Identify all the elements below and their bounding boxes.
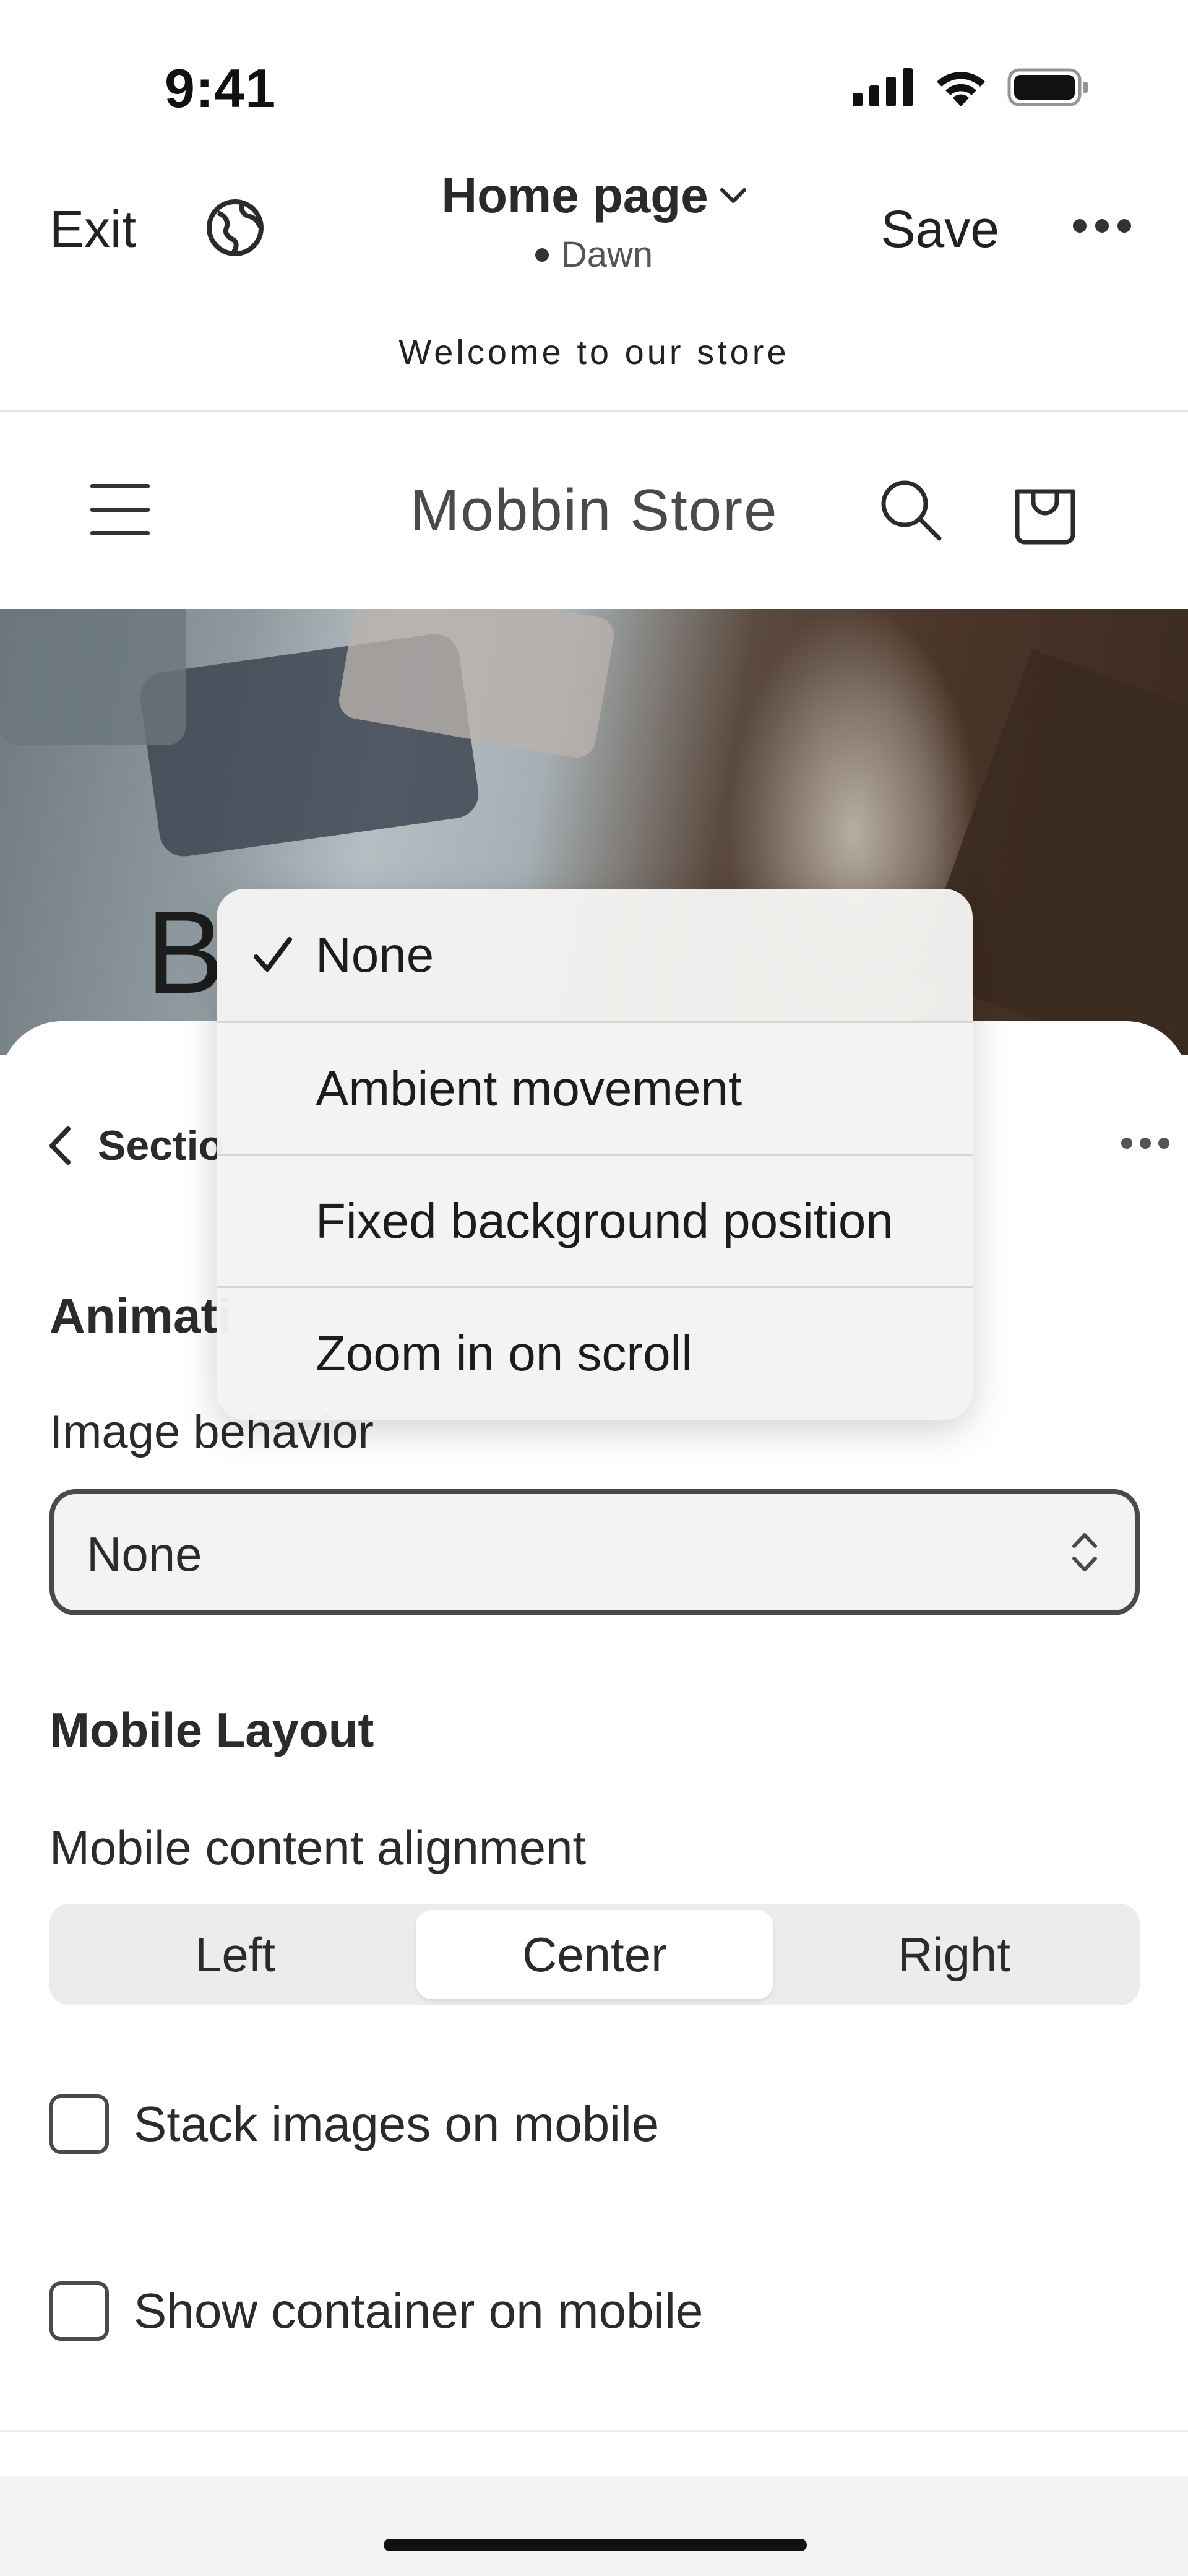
- chevron-left-icon[interactable]: [47, 1125, 72, 1166]
- more-options-icon[interactable]: [1073, 219, 1131, 233]
- search-icon[interactable]: [879, 478, 943, 542]
- menu-option-ambient-movement[interactable]: Ambient movement: [217, 1021, 973, 1154]
- chevron-down-icon: [720, 188, 746, 203]
- checkmark-icon: [254, 937, 292, 972]
- announcement-bar: Welcome to our store: [398, 332, 790, 371]
- divider: [0, 2430, 1188, 2432]
- show-container-checkbox[interactable]: [50, 2281, 109, 2341]
- theme-name: Dawn: [561, 235, 653, 275]
- image-behavior-select[interactable]: None: [50, 1489, 1140, 1615]
- alignment-center-button[interactable]: Center: [416, 1910, 773, 1999]
- divider: [0, 410, 1188, 412]
- alignment-segmented-control: Left Center Right: [50, 1904, 1140, 2005]
- stack-images-row[interactable]: Stack images on mobile: [50, 2094, 659, 2154]
- hero-heading: B: [146, 887, 225, 1018]
- store-name[interactable]: Mobbin Store: [346, 477, 842, 545]
- status-icons: [853, 67, 1089, 108]
- hamburger-icon[interactable]: [90, 482, 150, 537]
- show-container-label: Show container on mobile: [134, 2283, 704, 2338]
- page-title-text: Home page: [441, 168, 708, 223]
- bottom-safe-area: [0, 2476, 1188, 2576]
- menu-option-fixed-background[interactable]: Fixed background position: [217, 1154, 973, 1286]
- menu-option-zoom-on-scroll[interactable]: Zoom in on scroll: [217, 1286, 973, 1419]
- menu-option-label: Ambient movement: [316, 1060, 742, 1116]
- save-button[interactable]: Save: [881, 199, 999, 259]
- battery-icon: [1007, 68, 1088, 106]
- mobile-layout-heading: Mobile Layout: [50, 1703, 374, 1757]
- page-title-group[interactable]: Home page Dawn: [346, 167, 842, 275]
- menu-option-none[interactable]: None: [217, 889, 973, 1021]
- image-behavior-menu: None Ambient movement Fixed background p…: [217, 889, 973, 1420]
- alignment-left-button[interactable]: Left: [56, 1910, 415, 1999]
- exit-button[interactable]: Exit: [50, 199, 136, 259]
- more-horizontal-icon[interactable]: [1121, 1138, 1169, 1149]
- page-title[interactable]: Home page: [441, 167, 746, 224]
- image-behavior-value: None: [87, 1527, 202, 1581]
- mobile-alignment-label: Mobile content alignment: [50, 1820, 587, 1875]
- shopping-bag-icon[interactable]: [1011, 477, 1079, 545]
- status-time: 9:41: [165, 58, 277, 119]
- globe-icon[interactable]: [204, 197, 266, 259]
- animation-heading: Animati: [50, 1288, 231, 1343]
- signal-icon: [853, 68, 913, 106]
- menu-option-label: Zoom in on scroll: [316, 1325, 693, 1381]
- show-container-row[interactable]: Show container on mobile: [50, 2281, 704, 2341]
- theme-status-dot: [535, 248, 549, 262]
- back-to-sections-button[interactable]: Sectio: [98, 1122, 224, 1170]
- menu-option-label: None: [316, 927, 434, 982]
- select-updown-icon: [1072, 1533, 1097, 1571]
- alignment-right-button[interactable]: Right: [775, 1910, 1134, 1999]
- stack-images-label: Stack images on mobile: [134, 2096, 660, 2151]
- theme-label: Dawn: [535, 234, 653, 275]
- home-indicator[interactable]: [384, 2539, 807, 2551]
- menu-option-label: Fixed background position: [316, 1193, 893, 1248]
- wifi-icon: [937, 72, 985, 106]
- stack-images-checkbox[interactable]: [50, 2094, 109, 2154]
